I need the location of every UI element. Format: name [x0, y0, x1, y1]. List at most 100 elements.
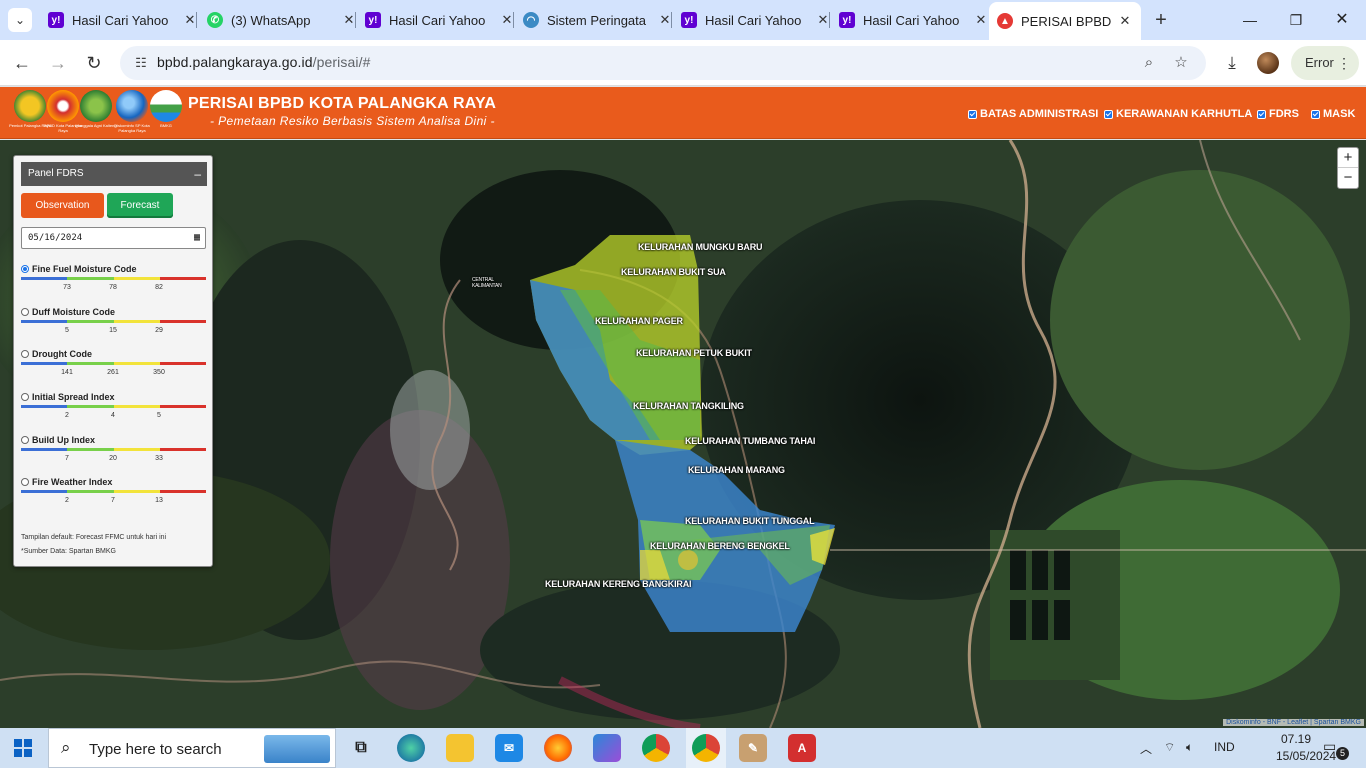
kelurahan-label: KELURAHAN BERENG BENGKEL [650, 541, 790, 551]
index-ffmc[interactable]: Fine Fuel Moisture Code 73 78 82 [21, 264, 206, 304]
zoom-icon[interactable]: ⌕ [1139, 53, 1159, 73]
scale-tick: 20 [109, 455, 117, 462]
kelurahan-label: KELURAHAN MUNGKU BARU [638, 242, 763, 252]
bookmark-star-icon[interactable]: ☆ [1171, 53, 1191, 73]
close-icon[interactable]: ✕ [973, 12, 989, 28]
minimize-panel-button[interactable]: – [194, 162, 201, 186]
layer-toggle-fdrs[interactable]: FDRS [1257, 108, 1299, 120]
index-label: Duff Moisture Code [32, 307, 115, 317]
url-host: bpbd.palangkaraya.go.id [157, 54, 313, 70]
layer-toggle-batas-administrasi[interactable]: BATAS ADMINISTRASI [968, 108, 1098, 120]
index-scale-bar [21, 448, 206, 451]
forecast-button[interactable]: Forecast [107, 193, 173, 218]
error-button[interactable]: Error ⋮ [1291, 46, 1359, 80]
kelurahan-label: KELURAHAN PETUK BUKIT [636, 348, 752, 358]
browser-tab[interactable]: y! Hasil Cari Yahoo ✕ [357, 6, 515, 34]
checkbox-checked-icon[interactable] [1257, 109, 1266, 119]
date-input[interactable]: 05/16/2024 ▦ [21, 227, 206, 249]
bmkg-logo [150, 90, 182, 122]
tab-label: (3) WhatsApp [231, 12, 311, 28]
radio-icon[interactable] [21, 350, 29, 358]
reload-icon[interactable]: ↻ [82, 51, 106, 75]
zoom-in-button[interactable]: + [1338, 148, 1358, 168]
map-view[interactable]: + − KELURAHAN MUNGKU BARU KELURAHAN BUKI… [0, 140, 1366, 728]
pdf-reader-icon[interactable]: A [788, 734, 816, 762]
yahoo-icon: y! [681, 12, 697, 28]
layer-toggle-mask[interactable]: MASK [1311, 108, 1355, 120]
index-label: Build Up Index [32, 435, 95, 445]
language-indicator[interactable]: IND [1214, 740, 1235, 754]
kelurahan-label: KELURAHAN TUMBANG TAHAI [685, 436, 816, 446]
wifi-icon[interactable]: ⌔ [1164, 740, 1175, 755]
layer-toggle-kerawanan-karhutla[interactable]: KERAWANAN KARHUTLA [1104, 108, 1252, 120]
windows-start-icon[interactable] [14, 739, 32, 757]
scale-tick: 82 [155, 284, 163, 291]
mail-icon[interactable]: ✉ [495, 734, 523, 762]
diskominfo-logo [116, 90, 148, 122]
radio-icon[interactable] [21, 436, 29, 444]
index-dmc[interactable]: Duff Moisture Code 5 15 29 [21, 307, 206, 347]
radio-icon[interactable] [21, 478, 29, 486]
tab-separator [196, 12, 197, 28]
calendar-icon[interactable]: ▦ [194, 228, 200, 248]
panel-title: Panel FDRS [28, 168, 84, 179]
windows-taskbar: ⌕ Type here to search ⧉ ✉ ✎ A ︿ ⌔ 🔈︎ IND… [0, 728, 1366, 768]
menu-dots-icon: ⋮ [1337, 55, 1351, 71]
tab-search-button[interactable]: ⌄ [8, 8, 32, 32]
window-close-icon[interactable]: ✕ [1322, 8, 1362, 32]
index-fwi[interactable]: Fire Weather Index 2 7 13 [21, 477, 206, 517]
minimize-icon[interactable]: — [1230, 8, 1270, 32]
forward-icon[interactable]: → [46, 51, 70, 75]
checkbox-checked-icon[interactable] [1104, 109, 1113, 119]
index-isi[interactable]: Initial Spread Index 2 4 5 [21, 392, 206, 432]
browser-tab[interactable]: y! Hasil Cari Yahoo ✕ [40, 6, 198, 34]
back-icon[interactable]: ← [10, 51, 34, 75]
site-info-icon[interactable]: ☷ [132, 54, 150, 72]
task-view-icon[interactable]: ⧉ [347, 734, 375, 762]
volume-icon[interactable]: 🔈︎ [1186, 740, 1193, 755]
browser-tab[interactable]: ◠ Sistem Peringata ✕ [515, 6, 673, 34]
scale-tick: 261 [107, 369, 119, 376]
browser-tab[interactable]: ✆ (3) WhatsApp ✕ [199, 6, 357, 34]
notification-icon[interactable]: ▭ 5 [1323, 738, 1349, 760]
zoom-control[interactable]: + − [1337, 147, 1359, 189]
checkbox-checked-icon[interactable] [1311, 109, 1320, 119]
url-text[interactable]: bpbd.palangkaraya.go.id/perisai/# [157, 54, 370, 70]
place-label: CENTRAL KALIMANTAN [472, 277, 502, 289]
close-icon[interactable]: ✕ [1117, 13, 1133, 29]
index-bui[interactable]: Build Up Index 7 20 33 [21, 435, 206, 475]
index-dc[interactable]: Drought Code 141 261 350 [21, 349, 206, 389]
layer-label: KERAWANAN KARHUTLA [1116, 108, 1253, 120]
firefox-icon[interactable] [544, 734, 572, 762]
edge-icon[interactable] [397, 734, 425, 762]
search-highlight-image[interactable] [264, 735, 330, 763]
browser-tab[interactable]: y! Hasil Cari Yahoo ✕ [831, 6, 989, 34]
zoom-out-button[interactable]: − [1338, 168, 1358, 188]
map-attribution[interactable]: Diskominfo - BNF - Leaflet | Spartan BMK… [1223, 719, 1364, 726]
download-icon[interactable]: ⤓ [1220, 51, 1244, 75]
file-explorer-icon[interactable] [446, 734, 474, 762]
new-tab-icon[interactable]: + [1150, 9, 1172, 31]
clock-date: 15/05/2024 [1276, 749, 1337, 763]
chrome-active-icon[interactable] [686, 728, 726, 768]
taskbar-clock[interactable]: 07.19 15/05/2024 [1276, 731, 1337, 765]
profile-avatar[interactable] [1257, 52, 1279, 74]
radio-selected-icon[interactable] [21, 265, 29, 273]
tray-chevron-icon[interactable]: ︿ [1140, 740, 1152, 757]
observation-button[interactable]: Observation [21, 193, 104, 218]
restore-icon[interactable]: ❐ [1276, 8, 1316, 32]
scale-tick: 4 [111, 412, 115, 419]
address-bar[interactable]: ☷ bpbd.palangkaraya.go.id/perisai/# ⌕ ☆ [120, 46, 1206, 80]
chrome-icon[interactable] [642, 734, 670, 762]
tab-separator [829, 12, 830, 28]
paint-icon[interactable]: ✎ [739, 734, 767, 762]
radio-icon[interactable] [21, 393, 29, 401]
browser-tab-active[interactable]: ▲ PERISAI BPBD Ko ✕ [989, 2, 1141, 40]
site-header: Pemkot Palangka Raya BPBD Kota Palangka … [0, 87, 1366, 139]
checkbox-checked-icon[interactable] [968, 109, 977, 119]
scale-tick: 2 [65, 497, 69, 504]
copilot-icon[interactable] [593, 734, 621, 762]
browser-tab[interactable]: y! Hasil Cari Yahoo ✕ [673, 6, 831, 34]
radio-icon[interactable] [21, 308, 29, 316]
taskbar-search[interactable]: ⌕ Type here to search [48, 728, 336, 768]
